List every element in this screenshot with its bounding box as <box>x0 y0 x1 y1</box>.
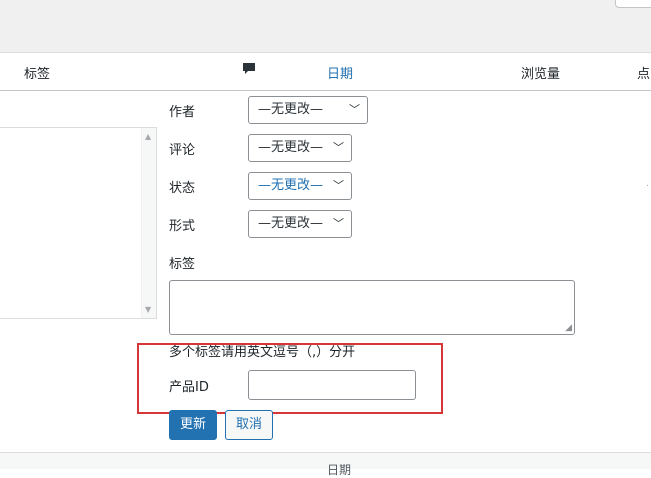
column-header-tags[interactable]: 标签 <box>24 63 50 82</box>
category-checklist[interactable]: ▲ ▼ <box>0 127 157 319</box>
table-header: 标签 日期 浏览量 点 <box>0 53 651 91</box>
highlight-box <box>137 343 443 414</box>
scroll-up-icon[interactable]: ▲ <box>145 132 151 141</box>
chevron-down-icon: ﹀ <box>333 141 344 154</box>
edge-mark: · <box>646 181 650 192</box>
format-select[interactable]: —无更改— ﹀ <box>248 210 352 238</box>
comment-select[interactable]: —无更改— ﹀ <box>248 134 352 162</box>
chevron-down-icon: ﹀ <box>333 217 344 230</box>
scroll-down-icon[interactable]: ▼ <box>145 305 151 314</box>
column-header-views[interactable]: 浏览量 <box>521 63 560 82</box>
top-bar <box>0 0 651 53</box>
status-label: 状态 <box>169 181 196 196</box>
update-button[interactable]: 更新 <box>169 410 217 440</box>
chevron-down-icon: ﹀ <box>333 179 344 192</box>
footer-date-label: 日期 <box>327 463 352 477</box>
chevron-down-icon: ﹀ <box>349 103 360 116</box>
scrollbar[interactable]: ▲ ▼ <box>141 128 156 318</box>
screen-options-button[interactable] <box>615 0 651 8</box>
table-footer: 日期 <box>0 452 651 477</box>
tags-textarea[interactable]: ◢ <box>169 280 575 335</box>
author-select[interactable]: —无更改— ﹀ <box>248 96 368 124</box>
comment-icon[interactable] <box>242 62 256 80</box>
status-select[interactable]: —无更改— ﹀ <box>248 172 352 200</box>
column-header-more[interactable]: 点 <box>637 63 650 82</box>
speech-bubble-icon <box>243 63 255 74</box>
resize-handle-icon[interactable]: ◢ <box>565 323 572 333</box>
author-label: 作者 <box>169 105 196 120</box>
cancel-button[interactable]: 取消 <box>225 410 273 440</box>
tags-label: 标签 <box>169 257 196 272</box>
comment-label: 评论 <box>169 143 196 158</box>
column-header-date[interactable]: 日期 <box>327 63 353 82</box>
format-label: 形式 <box>169 219 196 234</box>
